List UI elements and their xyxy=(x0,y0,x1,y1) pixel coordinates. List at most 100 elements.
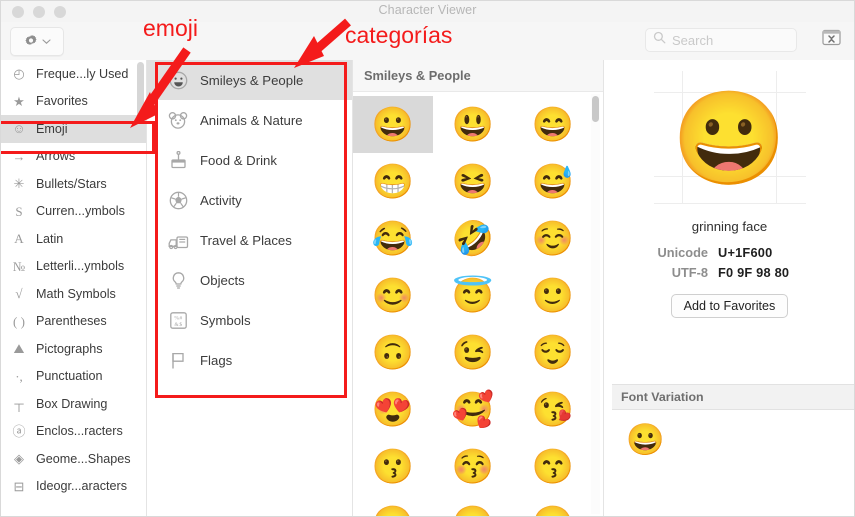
emoji-grid-scrollbar[interactable] xyxy=(592,96,599,122)
emoji-row: 😗 😚 😙 xyxy=(353,438,603,495)
sidebar-item-geome-shapes[interactable]: ◈ Geome...Shapes xyxy=(0,445,146,473)
emoji-row: 😂 🤣 ☺️ xyxy=(353,210,603,267)
sidebar-item-label: Box Drawing xyxy=(36,396,108,411)
chevron-down-icon xyxy=(42,38,51,45)
emoji-cell[interactable]: 😊 xyxy=(353,267,433,324)
sidebar-item-label: Parentheses xyxy=(36,314,107,329)
search-input[interactable]: Search xyxy=(645,28,797,52)
preview-emoji-glyph: 😀 xyxy=(672,87,787,190)
sidebar-item-label: Enclos...racters xyxy=(36,424,123,439)
sidebar-item-label: Emoji xyxy=(36,121,68,136)
lightbulb-icon xyxy=(165,271,191,290)
emoji-grid-scrollbar-track xyxy=(591,94,600,514)
character-metadata: Unicode U+1F600 UTF-8 F0 9F 98 80 xyxy=(604,245,855,280)
sidebar-item-arrows[interactable]: → Arrows xyxy=(0,143,146,171)
sidebar-item-math-symbols[interactable]: √ Math Symbols xyxy=(0,280,146,308)
utf8-value: F0 9F 98 80 xyxy=(718,265,790,280)
emoji-cell[interactable]: 😚 xyxy=(433,438,513,495)
emoji-row: 😀 😃 😄 xyxy=(353,96,603,153)
emoji-grid-header-label: Smileys & People xyxy=(364,68,471,83)
sidebar-item-curren-ymbols[interactable]: S Curren...ymbols xyxy=(0,198,146,226)
window-title: Character Viewer xyxy=(378,3,477,17)
sidebar-item-label: Curren...ymbols xyxy=(36,204,125,219)
flag-icon xyxy=(165,351,191,370)
emoji-cell[interactable]: 😅 xyxy=(513,153,593,210)
emoji-cell[interactable]: 😍 xyxy=(353,381,433,438)
category-item-travel-places[interactable]: Travel & Places xyxy=(147,220,352,260)
emoji-cell[interactable]: 😉 xyxy=(433,324,513,381)
gear-menu-button[interactable] xyxy=(10,27,64,56)
emoji-cell[interactable]: 😇 xyxy=(433,267,513,324)
font-variation-list[interactable]: 😀 xyxy=(612,410,855,510)
unicode-value: U+1F600 xyxy=(718,245,773,260)
sidebar-item-parentheses[interactable]: ( ) Parentheses xyxy=(0,308,146,336)
cake-icon xyxy=(165,150,191,170)
category-item-label: Symbols xyxy=(200,312,251,328)
sidebar-item-punctuation[interactable]: ·, Punctuation xyxy=(0,363,146,391)
emoji-cell[interactable]: 🥰 xyxy=(433,381,513,438)
emoji-cell[interactable]: 😗 xyxy=(353,438,433,495)
window-titlebar: Character Viewer xyxy=(0,0,855,22)
sidebar-item-letterli-ymbols[interactable]: № Letterli...ymbols xyxy=(0,253,146,281)
category-item-label: Food & Drink xyxy=(200,152,277,168)
symbols-icon: % # & $ xyxy=(165,311,191,330)
circled-a-icon: ⓐ xyxy=(12,423,26,439)
category-item-label: Activity xyxy=(200,192,242,208)
emoji-cell[interactable]: 😃 xyxy=(433,96,513,153)
emoji-cell[interactable]: 😆 xyxy=(433,153,513,210)
sidebar-item-latin[interactable]: A Latin xyxy=(0,225,146,253)
letter-a-icon: A xyxy=(14,231,24,247)
emoji-cell[interactable]: 😄 xyxy=(513,96,593,153)
parentheses-icon: ( ) xyxy=(13,313,25,329)
utf8-label: UTF-8 xyxy=(671,265,708,280)
emoji-cell[interactable]: 😌 xyxy=(513,324,593,381)
emoji-cell[interactable]: 😛 xyxy=(433,495,513,517)
sidebar-item-enclos-racters[interactable]: ⓐ Enclos...racters xyxy=(0,418,146,446)
unicode-label: Unicode xyxy=(657,245,708,260)
emoji-cell[interactable]: 😁 xyxy=(353,153,433,210)
category-item-food-drink[interactable]: Food & Drink xyxy=(147,140,352,180)
car-icon xyxy=(165,231,191,250)
sidebar-item-box-drawing[interactable]: ┬ Box Drawing xyxy=(0,390,146,418)
emoji-cell[interactable]: 🙃 xyxy=(353,324,433,381)
sidebar-item-pictographs[interactable]: ⛰ Pictographs xyxy=(0,335,146,363)
emoji-cell[interactable]: 😘 xyxy=(513,381,593,438)
emoji-cell[interactable]: 😝 xyxy=(513,495,593,517)
emoji-row: 😊 😇 🙂 xyxy=(353,267,603,324)
emoji-grid-panel[interactable]: Smileys & People 😀😃😄😁😆😅😂🤣☺️😊😇🙂🙃😉😌😍🥰😘😗😚😙😋… xyxy=(353,60,604,517)
sidebar-item-label: Latin xyxy=(36,231,64,246)
emoji-row: 😁 😆 😅 xyxy=(353,153,603,210)
gear-icon xyxy=(23,34,39,50)
category-item-objects[interactable]: Objects xyxy=(147,260,352,300)
emoji-cell[interactable]: 🤣 xyxy=(433,210,513,267)
svg-text:$: $ xyxy=(179,321,182,328)
emoji-cell[interactable]: ☺️ xyxy=(513,210,593,267)
emoji-cell[interactable]: 😋 xyxy=(353,495,433,517)
search-icon xyxy=(653,31,666,49)
sidebar-item-label: Ideogr...aracters xyxy=(36,479,128,494)
add-to-favorites-button[interactable]: Add to Favorites xyxy=(670,294,789,318)
emoji-cell[interactable]: 😙 xyxy=(513,438,593,495)
arrow-icon: → xyxy=(12,148,26,164)
emoji-cell[interactable]: 😀 xyxy=(353,96,433,153)
sidebar-item-label: Punctuation xyxy=(36,369,103,384)
radical-icon: √ xyxy=(15,286,23,302)
emoji-cell[interactable]: 😂 xyxy=(353,210,433,267)
category-item-activity[interactable]: Activity xyxy=(147,180,352,220)
smiley-icon: ☺ xyxy=(12,121,26,137)
character-name: grinning face xyxy=(691,219,768,234)
category-item-label: Animals & Nature xyxy=(200,112,303,128)
ideograph-icon: ⊟ xyxy=(13,478,25,494)
sidebar-item-label: Letterli...ymbols xyxy=(36,259,125,274)
category-item-symbols[interactable]: % # & $ Symbols xyxy=(147,300,352,340)
search-placeholder: Search xyxy=(672,32,714,48)
sidebar-item-label: Pictographs xyxy=(36,341,103,356)
sidebar-item-bullets-stars[interactable]: ✳ Bullets/Stars xyxy=(0,170,146,198)
sidebar-item-ideogr-aracters[interactable]: ⊟ Ideogr...aracters xyxy=(0,473,146,501)
emoji-cell[interactable]: 🙂 xyxy=(513,267,593,324)
category-item-flags[interactable]: Flags xyxy=(147,340,352,380)
font-variation-item[interactable]: 😀 xyxy=(626,424,665,455)
collapse-panel-button[interactable] xyxy=(819,29,843,51)
sidebar-item-label: Favorites xyxy=(36,94,88,109)
sidebar-item-label: Bullets/Stars xyxy=(36,176,107,191)
